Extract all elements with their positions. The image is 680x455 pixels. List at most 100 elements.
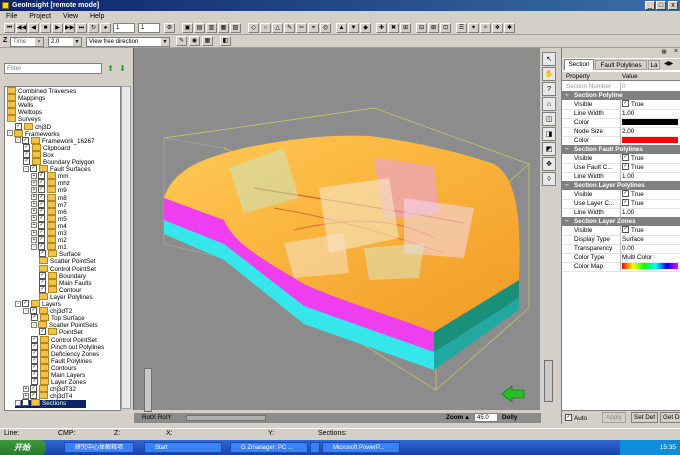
tree-item[interactable]: + ✓ Sections (15, 399, 87, 409)
tool-icon-8[interactable]: ▲ (336, 23, 347, 33)
property-checkbox[interactable]: ✓ (622, 225, 629, 233)
menu-project[interactable]: Project (29, 13, 51, 20)
tool-icon-13[interactable]: ⊞ (400, 23, 411, 33)
view-front-icon[interactable]: ◩ (542, 142, 556, 156)
perspective-icon[interactable]: ◊ (542, 172, 556, 186)
tool-icon-21[interactable]: ✱ (504, 23, 515, 33)
zoom-value-field[interactable]: 45.0 (474, 413, 498, 422)
expand-toggle-icon[interactable]: - (23, 165, 29, 172)
roty-slider[interactable] (186, 415, 266, 421)
collapse-icon[interactable]: − (565, 91, 569, 100)
tab-section[interactable]: Section (564, 59, 594, 70)
expand-toggle-icon[interactable]: - (23, 307, 29, 314)
apply-button[interactable]: Apply (602, 412, 626, 423)
auto-checkbox[interactable]: ✓ Auto (565, 414, 587, 422)
expand-toggle-icon[interactable]: + (31, 194, 37, 200)
visibility-checkbox[interactable]: ✓ (39, 271, 46, 279)
3d-viewport[interactable]: RotX RotY Zoom ▲ 45.0 Dolly (133, 48, 541, 423)
tool-icon-5[interactable]: ✂ (296, 23, 307, 33)
visibility-checkbox[interactable]: ✓ (38, 186, 45, 194)
expand-toggle-icon[interactable]: + (31, 208, 37, 215)
visibility-checkbox[interactable]: ✓ (30, 165, 37, 173)
expand-toggle-icon[interactable]: + (31, 222, 37, 229)
visibility-checkbox[interactable]: ✓ (15, 122, 22, 130)
frame-end-field[interactable]: 1 (138, 23, 160, 33)
menu-help[interactable]: Help (90, 13, 104, 20)
view-icon-2[interactable]: ▤ (194, 23, 205, 33)
get-default-button[interactable]: Get De (660, 412, 680, 423)
visibility-checkbox[interactable]: ✓ (23, 158, 30, 165)
hand-icon[interactable]: ✋ (542, 67, 556, 81)
tool-icon-10[interactable]: ◆ (360, 23, 371, 33)
expand-toggle-icon[interactable]: - (31, 321, 37, 328)
tool-icon-15[interactable]: ⊠ (428, 23, 439, 33)
view-icon-4[interactable]: ▦ (218, 23, 229, 33)
task-zmanager[interactable]: G Zmanager: PC ... (230, 442, 308, 453)
filter-input[interactable]: Filter (4, 63, 102, 74)
tree-scrollbar[interactable] (121, 86, 131, 409)
visibility-checkbox[interactable]: ✓ (30, 307, 37, 315)
expand-toggle-icon[interactable]: + (31, 215, 37, 222)
tool-icon-9[interactable]: ▼ (348, 23, 359, 33)
property-checkbox[interactable]: ✓ (622, 162, 629, 170)
visibility-checkbox[interactable]: ✓ (22, 399, 29, 407)
pen-icon[interactable]: ✎ (176, 36, 187, 46)
task-blank[interactable] (310, 442, 320, 453)
task-research[interactable]: 研究中心体解释项 (64, 442, 134, 453)
visibility-checkbox[interactable]: ✓ (22, 136, 29, 144)
maximize-button[interactable]: □ (656, 1, 666, 10)
tool-icon-11[interactable]: ✚ (376, 23, 387, 33)
play-icon[interactable]: ▶ (52, 23, 63, 33)
visibility-checkbox[interactable]: ✓ (38, 236, 45, 244)
expand-toggle-icon[interactable]: + (31, 179, 37, 186)
visibility-checkbox[interactable]: ✓ (31, 371, 38, 378)
tab-scroll-icon[interactable]: ◀▶ (664, 60, 673, 67)
property-row[interactable]: Color Map (562, 262, 680, 272)
color-swatch[interactable] (622, 119, 678, 125)
tool-icon-1[interactable]: ◇ (248, 23, 259, 33)
close-button[interactable]: x (668, 1, 678, 10)
frame-start-field[interactable]: 1 (113, 23, 135, 33)
visibility-checkbox[interactable]: ✓ (31, 342, 38, 350)
visibility-checkbox[interactable]: ✓ (31, 335, 38, 343)
collapse-icon[interactable]: − (565, 145, 569, 154)
set-default-button[interactable]: Set Def (631, 412, 658, 423)
home-icon[interactable]: ⌂ (542, 97, 556, 111)
property-checkbox[interactable]: ✓ (622, 189, 629, 197)
visibility-checkbox[interactable]: ✓ (38, 221, 45, 229)
visibility-checkbox[interactable]: ✓ (38, 207, 45, 215)
tool-icon-7[interactable]: ◎ (320, 23, 331, 33)
visibility-checkbox[interactable]: ✓ (30, 385, 37, 393)
visibility-checkbox[interactable]: ✓ (38, 243, 45, 251)
snapshot-icon[interactable]: ◧ (220, 36, 231, 46)
view-icon-1[interactable]: ▣ (182, 23, 193, 33)
property-checkbox[interactable]: ✓ (622, 198, 629, 206)
view-top-icon[interactable]: ◫ (542, 112, 556, 126)
collapse-icon[interactable]: − (565, 217, 569, 226)
expand-toggle-icon[interactable]: + (31, 172, 37, 179)
visibility-checkbox[interactable]: ✓ (38, 200, 45, 208)
expand-toggle-icon[interactable]: + (23, 392, 29, 399)
first-frame-icon[interactable]: ⏮ (4, 23, 15, 33)
eye-icon[interactable]: ◉ (189, 36, 200, 46)
expand-toggle-icon[interactable]: + (31, 236, 37, 243)
expand-toggle-icon[interactable]: - (15, 137, 21, 144)
expand-toggle-icon[interactable]: - (7, 130, 13, 137)
expand-toggle-icon[interactable]: + (15, 399, 21, 406)
expand-toggle-icon[interactable]: + (31, 201, 37, 208)
view-side-icon[interactable]: ◨ (542, 127, 556, 141)
project-tree[interactable]: Combined Traverses Mappings Wells Welltops S… (4, 86, 121, 411)
rotate-icon[interactable]: ✥ (542, 157, 556, 171)
start-button[interactable]: 开始 (0, 440, 46, 455)
scale-select[interactable]: 2.0 ▼ (48, 37, 82, 47)
dolly-slider[interactable] (544, 360, 553, 402)
menu-view[interactable]: View (63, 13, 78, 20)
tool-icon-3[interactable]: △ (272, 23, 283, 33)
view-icon-5[interactable]: ▧ (230, 23, 241, 33)
expand-toggle-icon[interactable]: + (23, 385, 29, 392)
tool-icon-18[interactable]: ✦ (468, 23, 479, 33)
view-direction-select[interactable]: View free direction ▼ (86, 37, 170, 47)
time-select[interactable]: Time ▼ (10, 37, 44, 47)
props-close-icon[interactable]: × (674, 48, 678, 55)
visibility-checkbox[interactable]: ✓ (39, 285, 46, 293)
